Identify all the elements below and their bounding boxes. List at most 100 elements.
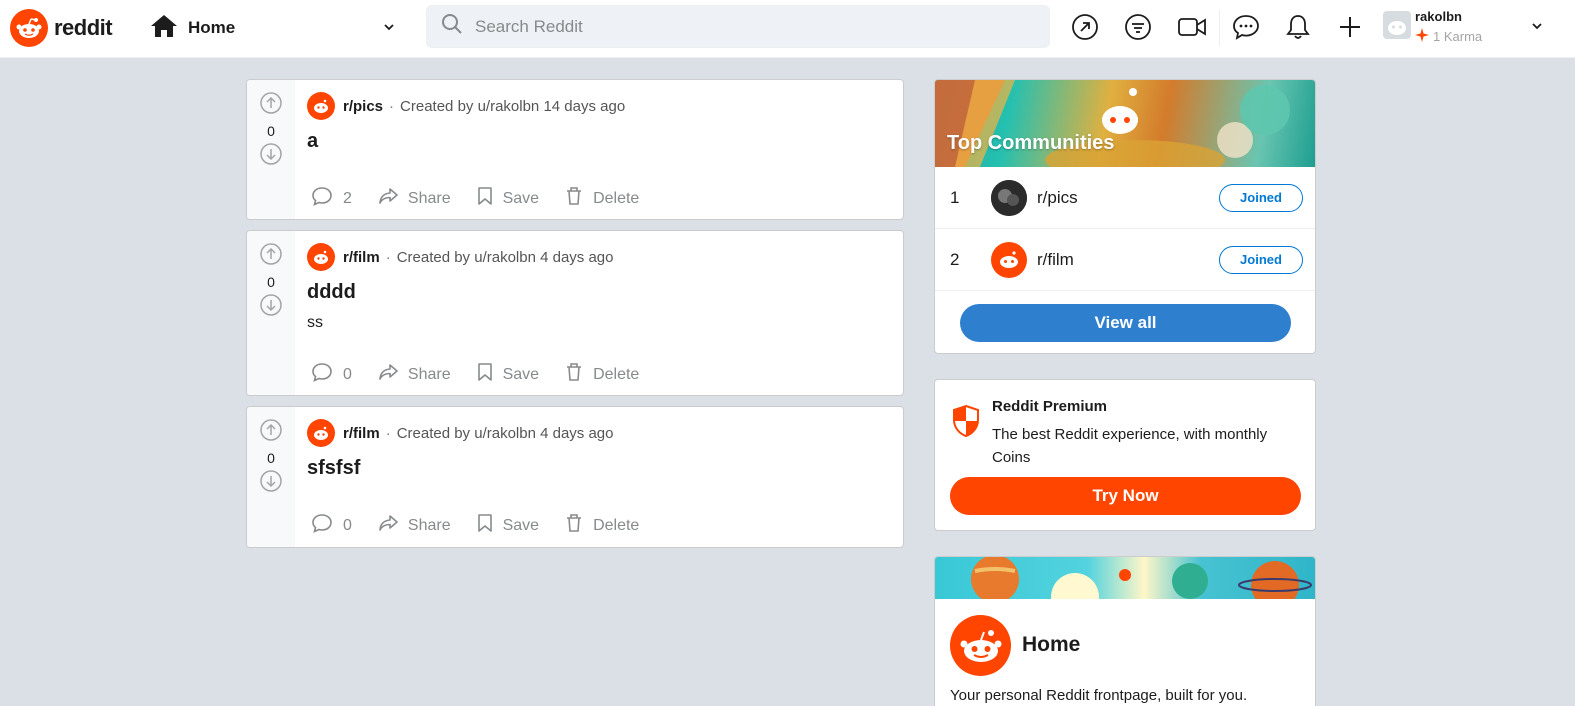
try-now-button[interactable]: Try Now	[950, 477, 1301, 515]
feed-dropdown[interactable]: Home	[150, 10, 400, 46]
delete-label: Delete	[593, 516, 640, 534]
delete-label: Delete	[593, 189, 640, 207]
share-button[interactable]: Share	[378, 514, 451, 537]
chevron-down-icon	[382, 20, 396, 39]
vote-column: 0	[247, 231, 295, 395]
subreddit-link[interactable]: r/film	[343, 425, 380, 442]
post-author-time: Created by u/rakolbn 14 days ago	[400, 97, 626, 115]
separator-dot: ·	[389, 97, 395, 115]
comments-button[interactable]: 0	[311, 362, 352, 387]
share-label: Share	[407, 189, 451, 207]
comments-button[interactable]: 0	[311, 513, 352, 538]
post-title[interactable]: a	[307, 130, 893, 153]
subreddit-icon[interactable]	[307, 243, 335, 271]
share-label: Share	[407, 516, 451, 534]
bookmark-icon	[477, 186, 493, 211]
video-icon[interactable]	[1177, 12, 1207, 42]
home-card-title: Home	[1022, 633, 1081, 656]
post-meta: r/film · Created by u/rakolbn 4 days ago	[307, 419, 893, 447]
save-button[interactable]: Save	[477, 186, 539, 211]
comment-icon	[311, 513, 333, 538]
post-card[interactable]: 0 r/film · Created by u/rakolbn 4 days a…	[246, 406, 904, 548]
bookmark-icon	[477, 362, 493, 387]
vote-column: 0	[247, 80, 295, 219]
delete-button[interactable]: Delete	[565, 186, 639, 211]
community-avatar	[991, 241, 1027, 278]
karma-icon	[1415, 28, 1429, 45]
comments-button[interactable]: 2	[311, 186, 352, 211]
subreddit-link[interactable]: r/pics	[343, 98, 383, 115]
premium-title: Reddit Premium	[992, 398, 1108, 415]
community-row[interactable]: 2 r/film Joined	[935, 229, 1315, 291]
share-button[interactable]: Share	[378, 363, 451, 386]
downvote-icon[interactable]	[260, 294, 282, 321]
joined-button[interactable]: Joined	[1219, 183, 1303, 212]
search-input[interactable]	[475, 16, 1015, 37]
subreddit-icon[interactable]	[307, 419, 335, 447]
trash-icon	[565, 362, 583, 387]
save-label: Save	[502, 189, 540, 207]
vote-count: 0	[267, 450, 275, 466]
downvote-icon[interactable]	[260, 143, 282, 170]
delete-label: Delete	[593, 365, 640, 383]
view-all-button[interactable]: View all	[960, 304, 1291, 342]
subreddit-icon[interactable]	[307, 92, 335, 120]
save-label: Save	[502, 516, 540, 534]
snoo-icon	[10, 9, 48, 47]
community-rank: 1	[950, 187, 960, 207]
post-title[interactable]: sfsfsf	[307, 457, 893, 480]
notification-bell-icon[interactable]	[1283, 12, 1313, 42]
share-icon	[378, 363, 398, 386]
post-title[interactable]: dddd	[307, 281, 893, 304]
community-name[interactable]: r/pics	[1037, 188, 1078, 208]
search-bar[interactable]	[426, 5, 1050, 48]
community-rank: 2	[950, 249, 960, 269]
post-text: ss	[307, 314, 323, 331]
karma-info: 1 Karma	[1415, 28, 1482, 45]
create-post-plus-icon[interactable]	[1335, 12, 1365, 42]
post-card[interactable]: 0 r/film · Created by u/rakolbn 4 days a…	[246, 230, 904, 396]
community-name[interactable]: r/film	[1037, 250, 1074, 270]
chat-icon[interactable]	[1231, 12, 1261, 42]
save-label: Save	[502, 365, 540, 383]
post-actions: 0 Share Save Delete	[311, 362, 665, 387]
joined-button[interactable]: Joined	[1219, 245, 1303, 274]
comment-icon	[311, 362, 333, 387]
post-actions: 0 Share Save Delete	[311, 513, 665, 538]
brand-wordmark: reddit	[54, 15, 113, 40]
post-body: r/film · Created by u/rakolbn 4 days ago…	[307, 419, 893, 480]
home-banner	[935, 557, 1315, 599]
post-card[interactable]: 0 r/pics · Created by u/rakolbn 14 days …	[246, 79, 904, 220]
top-communities-title: Top Communities	[947, 132, 1115, 154]
delete-button[interactable]: Delete	[565, 513, 639, 538]
filter-icon[interactable]	[1123, 12, 1153, 42]
upvote-icon[interactable]	[260, 92, 282, 119]
user-menu[interactable]: rakolbn 1 Karma	[1383, 7, 1558, 49]
username: rakolbn	[1415, 9, 1462, 24]
separator-dot: ·	[385, 248, 391, 266]
premium-shield-icon	[952, 404, 980, 443]
vote-column: 0	[247, 407, 295, 547]
upvote-icon[interactable]	[260, 243, 282, 270]
downvote-icon[interactable]	[260, 470, 282, 497]
comment-count: 0	[343, 365, 352, 383]
delete-button[interactable]: Delete	[565, 362, 639, 387]
share-icon	[378, 187, 398, 210]
subreddit-link[interactable]: r/film	[343, 249, 380, 266]
share-icon	[378, 514, 398, 537]
upvote-icon[interactable]	[260, 419, 282, 446]
bookmark-icon	[477, 513, 493, 538]
premium-description: The best Reddit experience, with monthly…	[992, 426, 1268, 466]
community-avatar	[991, 179, 1027, 216]
home-card: Home Your personal Reddit frontpage, bui…	[934, 556, 1316, 706]
popular-icon[interactable]	[1070, 12, 1100, 42]
comment-count: 0	[343, 516, 352, 534]
community-row[interactable]: 1 r/pics Joined	[935, 167, 1315, 229]
vote-count: 0	[267, 274, 275, 290]
save-button[interactable]: Save	[477, 362, 539, 387]
share-button[interactable]: Share	[378, 187, 451, 210]
reddit-logo[interactable]: reddit	[10, 9, 113, 47]
search-icon	[441, 13, 463, 40]
share-label: Share	[407, 365, 451, 383]
save-button[interactable]: Save	[477, 513, 539, 538]
